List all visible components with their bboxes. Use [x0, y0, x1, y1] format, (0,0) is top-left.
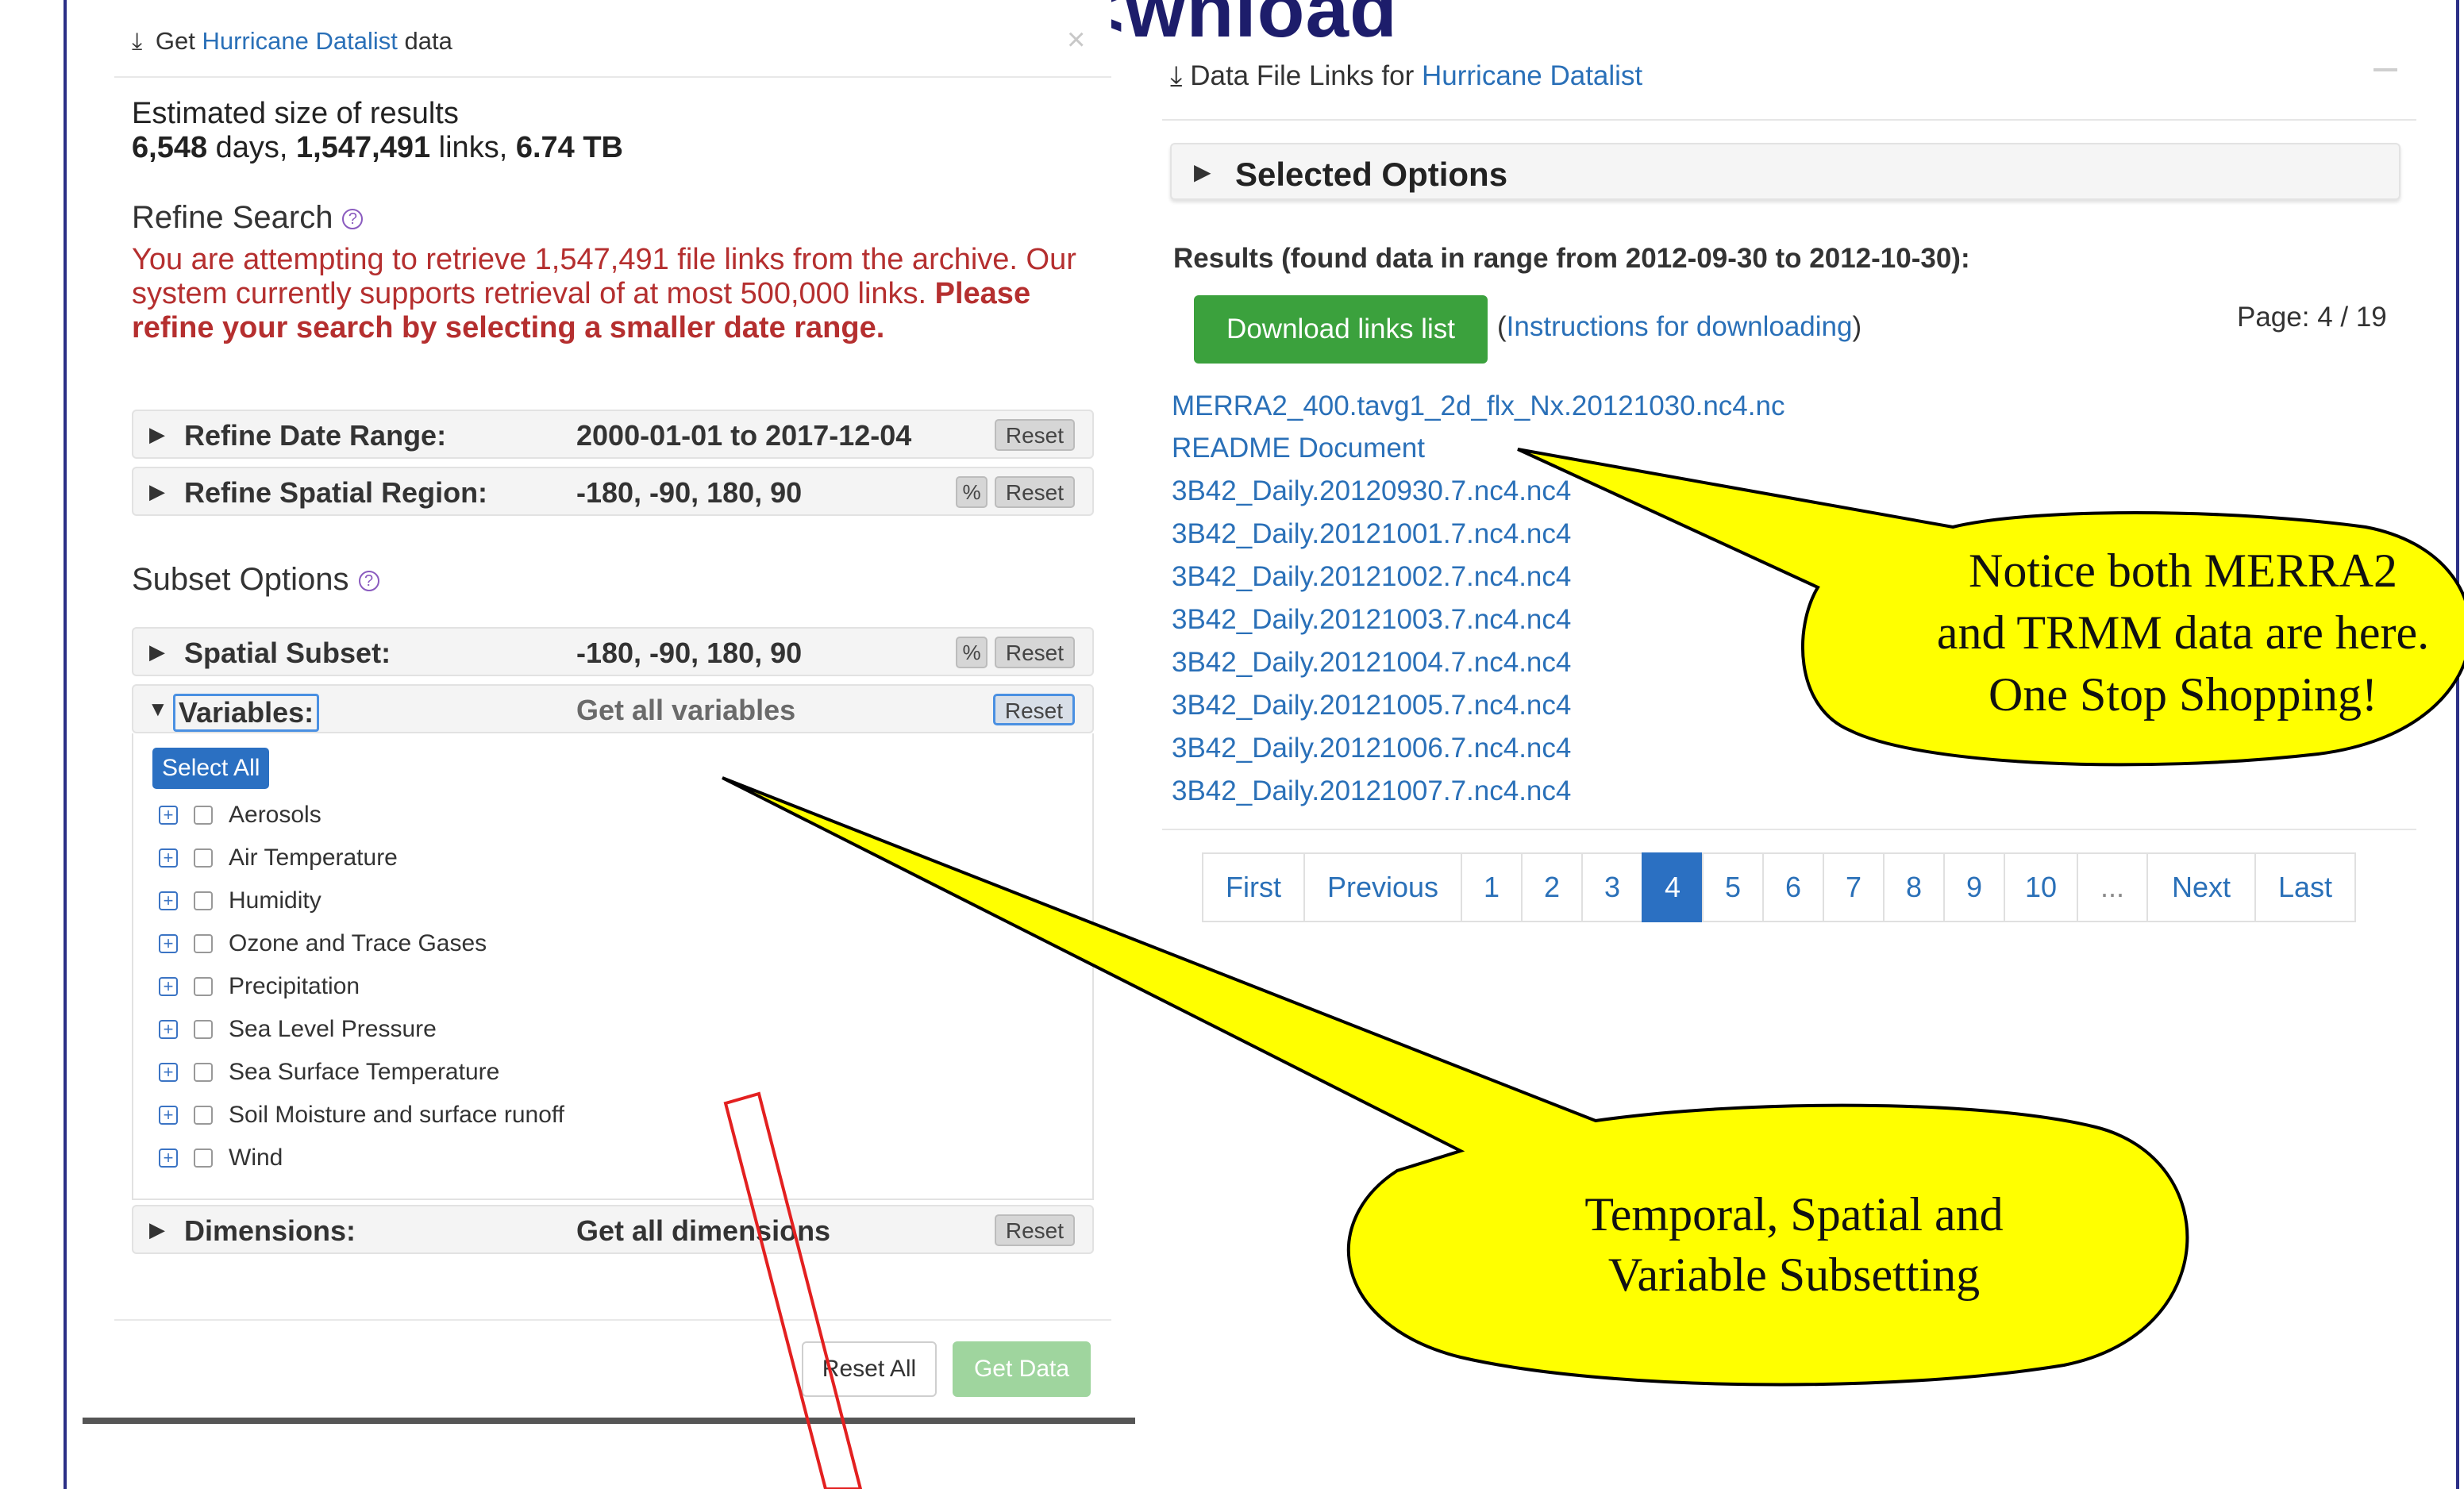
bottom-callout-text: Temporal, Spatial and Variable Subsettin… [1584, 1188, 2004, 1301]
red-highlight-stripe [723, 1091, 863, 1489]
top-callout-text: Notice both MERRA2 and TRMM data are her… [1936, 544, 2430, 721]
